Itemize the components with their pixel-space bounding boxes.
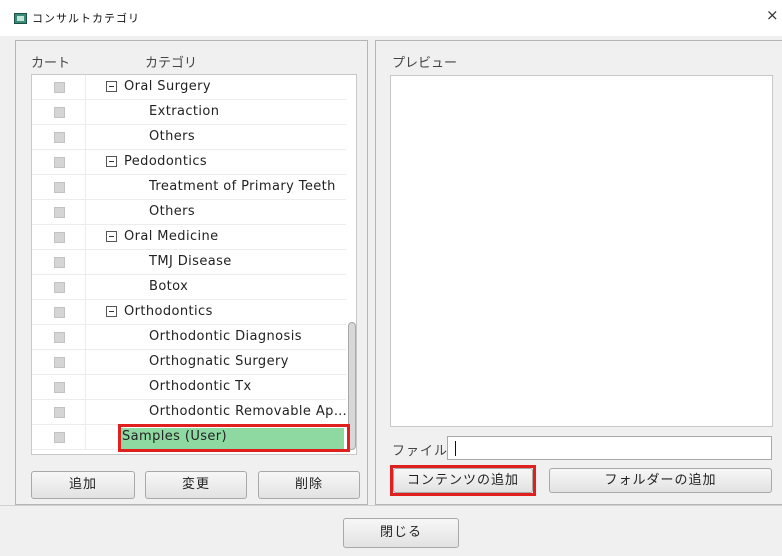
tree-row-label: Oral Medicine <box>124 229 219 244</box>
tree-row[interactable]: TMJ Disease <box>32 250 346 275</box>
tree-row-label: Orthodontics <box>124 304 213 319</box>
tree-row-label: Pedodontics <box>124 154 208 169</box>
cart-checkbox[interactable] <box>54 232 65 243</box>
cart-checkbox[interactable] <box>54 132 65 143</box>
tree-row-label: Orthodontic Diagnosis <box>149 329 302 344</box>
add-button[interactable]: 追加 <box>31 471 135 499</box>
cart-checkbox[interactable] <box>54 257 65 268</box>
tree-row-label: Orthodontic Tx <box>149 379 252 394</box>
tree-row-label: Others <box>149 129 196 144</box>
collapse-icon[interactable] <box>106 231 117 242</box>
title-bar: コンサルトカテゴリ × <box>0 0 782 36</box>
tree-row-label: Oral Surgery <box>124 79 211 94</box>
collapse-icon[interactable] <box>106 156 117 167</box>
tree-row[interactable]: Orthodontic Tx <box>32 375 346 400</box>
change-button[interactable]: 変更 <box>145 471 247 499</box>
tree-row[interactable]: Orthodontics <box>32 300 346 325</box>
tree-row-label: Extraction <box>149 104 220 119</box>
tree-row[interactable]: Others <box>32 200 346 225</box>
cart-checkbox[interactable] <box>54 82 65 93</box>
tree-row[interactable]: Others <box>32 125 346 150</box>
cart-checkbox[interactable] <box>54 282 65 293</box>
tree-row[interactable]: Orthodontic Removable Ap… <box>32 400 348 425</box>
footer-divider <box>0 505 782 506</box>
cart-checkbox[interactable] <box>54 107 65 118</box>
tree-row-label: Orthodontic Removable Ap… <box>149 404 348 419</box>
close-icon[interactable]: × <box>766 6 779 24</box>
column-header-cart: カート <box>31 56 71 71</box>
file-label: ファイル <box>392 444 449 459</box>
collapse-icon[interactable] <box>106 81 117 92</box>
annotation-box-selected-row <box>118 424 350 452</box>
cart-checkbox[interactable] <box>54 307 65 318</box>
cart-checkbox[interactable] <box>54 407 65 418</box>
tree-row[interactable]: Oral Surgery <box>32 75 346 100</box>
tree-row[interactable]: Botox <box>32 275 346 300</box>
preview-area <box>390 75 773 427</box>
tree-row[interactable]: Orthognatic Surgery <box>32 350 346 375</box>
text-caret <box>455 441 456 456</box>
cart-checkbox[interactable] <box>54 357 65 368</box>
tree-row-label: Others <box>149 204 196 219</box>
delete-button[interactable]: 削除 <box>258 471 360 499</box>
tree-row[interactable]: Treatment of Primary Teeth <box>32 175 346 200</box>
add-folder-button[interactable]: フォルダーの追加 <box>549 468 772 493</box>
close-button[interactable]: 閉じる <box>343 518 459 548</box>
tree-row[interactable]: Extraction <box>32 100 346 125</box>
tree-row[interactable]: Oral Medicine <box>32 225 346 250</box>
cart-checkbox[interactable] <box>54 382 65 393</box>
cart-checkbox[interactable] <box>54 207 65 218</box>
tree-row-label: Treatment of Primary Teeth <box>149 179 336 194</box>
cart-checkbox[interactable] <box>54 182 65 193</box>
tree-row-label: TMJ Disease <box>149 254 232 269</box>
collapse-icon[interactable] <box>106 306 117 317</box>
window-title: コンサルトカテゴリ <box>32 12 140 25</box>
cart-checkbox[interactable] <box>54 432 65 443</box>
annotation-box-add-content <box>390 465 536 496</box>
tree-row[interactable]: Pedodontics <box>32 150 346 175</box>
tree-row-label: Orthognatic Surgery <box>149 354 289 369</box>
category-tree[interactable]: Oral Surgery Extraction Others Pedodonti… <box>31 74 357 455</box>
cart-checkbox[interactable] <box>54 332 65 343</box>
tree-row[interactable]: Orthodontic Diagnosis <box>32 325 346 350</box>
column-header-category: カテゴリ <box>145 56 198 71</box>
cart-checkbox[interactable] <box>54 157 65 168</box>
tree-row-label: Botox <box>149 279 189 294</box>
file-path-input[interactable] <box>447 436 772 460</box>
app-icon <box>14 13 27 24</box>
preview-label: プレビュー <box>392 56 458 71</box>
